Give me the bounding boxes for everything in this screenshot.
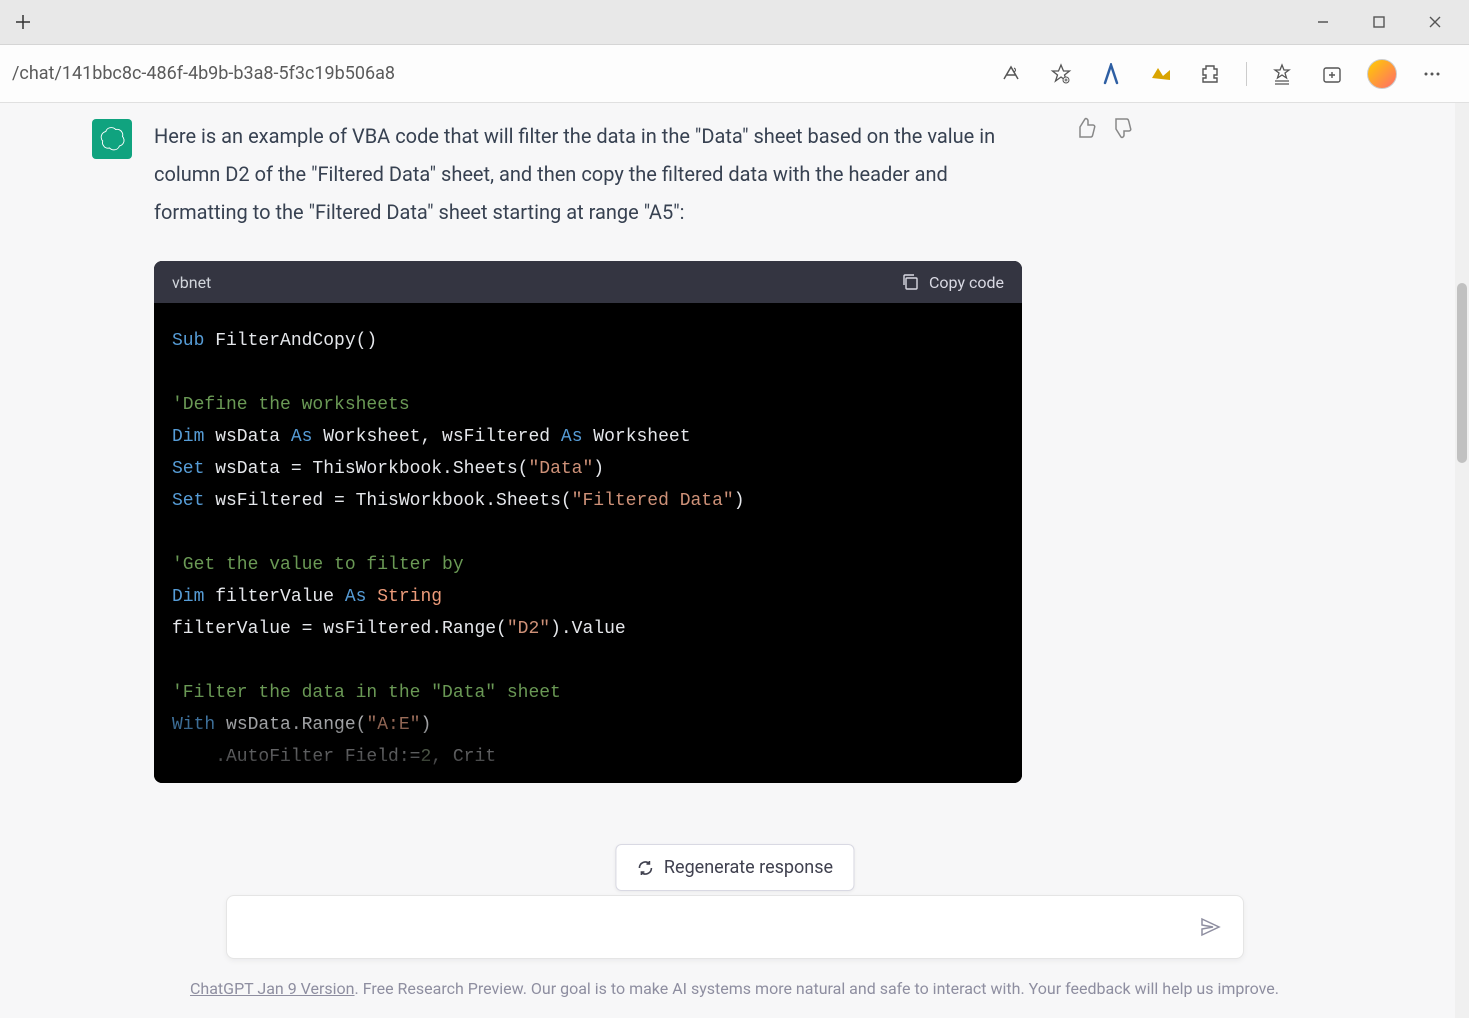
code-block: vbnet Copy code Sub FilterAndCopy() 'Def… (154, 261, 1022, 783)
version-link[interactable]: ChatGPT Jan 9 Version (190, 979, 355, 998)
maximize-button[interactable] (1363, 6, 1395, 38)
code-body[interactable]: Sub FilterAndCopy() 'Define the workshee… (154, 303, 1022, 783)
thumbs-up-button[interactable] (1074, 117, 1098, 141)
url-field[interactable]: /chat/141bbc8c-486f-4b9b-b3a8-5f3c19b506… (12, 56, 978, 92)
page-content: Here is an example of VBA code that will… (0, 103, 1469, 1018)
extension-icon-2[interactable] (1146, 59, 1176, 89)
regenerate-button[interactable]: Regenerate response (615, 844, 854, 891)
extension-icon-1[interactable] (1096, 59, 1126, 89)
more-menu-icon[interactable] (1417, 59, 1447, 89)
chat-input-row (226, 895, 1244, 959)
scrollbar-track[interactable] (1455, 103, 1469, 1018)
scrollbar-thumb[interactable] (1457, 283, 1467, 463)
send-button[interactable] (1195, 912, 1225, 942)
regenerate-label: Regenerate response (664, 857, 833, 878)
footer-rest: . Free Research Preview. Our goal is to … (355, 979, 1279, 998)
separator (1246, 62, 1247, 86)
copy-code-button[interactable]: Copy code (901, 273, 1004, 292)
collections-icon[interactable] (1317, 59, 1347, 89)
code-lang-label: vbnet (172, 273, 211, 292)
message-text: Here is an example of VBA code that will… (154, 117, 1034, 231)
minimize-button[interactable] (1307, 6, 1339, 38)
close-window-button[interactable] (1419, 6, 1451, 38)
new-tab-button[interactable] (8, 7, 38, 37)
read-aloud-icon[interactable] (996, 59, 1026, 89)
extensions-icon[interactable] (1196, 59, 1226, 89)
thumbs-down-button[interactable] (1110, 117, 1134, 141)
favorites-list-icon[interactable] (1267, 59, 1297, 89)
address-bar: /chat/141bbc8c-486f-4b9b-b3a8-5f3c19b506… (0, 45, 1469, 103)
assistant-message-row: Here is an example of VBA code that will… (0, 103, 1469, 783)
favorite-icon[interactable] (1046, 59, 1076, 89)
code-header: vbnet Copy code (154, 261, 1022, 303)
profile-avatar[interactable] (1367, 59, 1397, 89)
chat-input[interactable] (245, 917, 1195, 938)
window-titlebar (0, 0, 1469, 45)
assistant-avatar (92, 119, 132, 159)
footer-text: ChatGPT Jan 9 Version. Free Research Pre… (0, 979, 1469, 998)
input-area: Regenerate response ChatGPT Jan 9 Versio… (0, 867, 1469, 1018)
url-text: /chat/141bbc8c-486f-4b9b-b3a8-5f3c19b506… (12, 63, 395, 84)
copy-code-label: Copy code (929, 273, 1004, 292)
